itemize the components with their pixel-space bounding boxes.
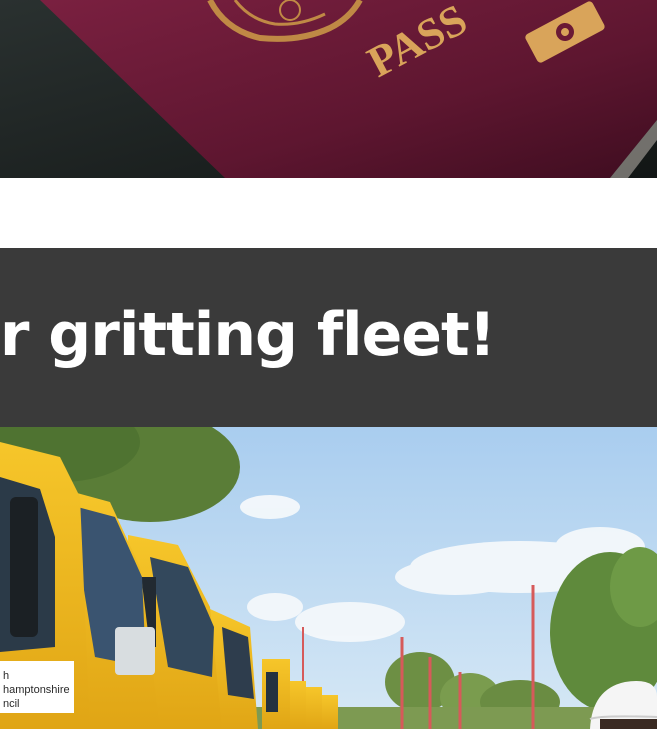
page: PASS our gritting fleet!: [0, 0, 657, 729]
truck-label-line-1: h: [3, 670, 9, 682]
section-spacer: [0, 178, 657, 248]
truck-label-line-3: ncil: [3, 698, 20, 710]
headline-title: our gritting fleet!: [0, 299, 496, 370]
truck-mirror: [10, 497, 38, 637]
passport-image: PASS: [0, 0, 657, 178]
fleet-photo: h hamptonshire ncil: [0, 427, 657, 729]
passport-photo: PASS: [0, 0, 657, 178]
truck-label-line-2: hamptonshire: [3, 684, 70, 696]
headline-banner: our gritting fleet!: [0, 248, 657, 427]
gritter-fleet-image: h hamptonshire ncil: [0, 427, 657, 729]
